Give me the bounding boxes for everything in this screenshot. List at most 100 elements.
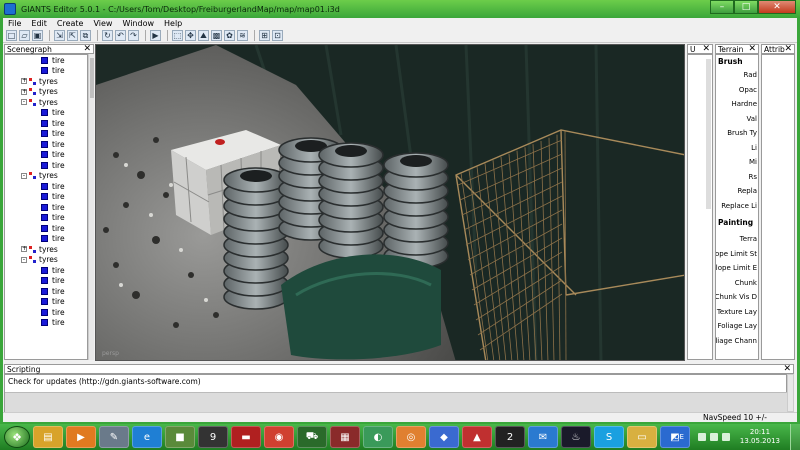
scrollbar-thumb[interactable] <box>90 58 94 98</box>
folder-icon[interactable]: ▭ <box>627 426 657 448</box>
tree-leaf-row[interactable]: tire <box>5 318 87 329</box>
terrain-paint-icon[interactable]: ▩ <box>211 30 222 41</box>
tree-leaf-row[interactable]: tire <box>5 150 87 161</box>
save-icon[interactable]: ▣ <box>32 30 43 41</box>
paint-icon[interactable]: ◆ <box>429 426 459 448</box>
media-player-icon[interactable]: ▶ <box>66 426 96 448</box>
save-as-icon[interactable]: ⧉ <box>80 30 91 41</box>
menu-help[interactable]: Help <box>159 19 187 28</box>
tree-leaf-row[interactable]: tire <box>5 297 87 308</box>
tools-icon[interactable]: ✎ <box>99 426 129 448</box>
title-bar[interactable]: GIANTS Editor 5.0.1 - C:/Users/Tom/Deskt… <box>0 0 800 18</box>
new-icon[interactable]: □ <box>6 30 17 41</box>
chrome-icon[interactable]: ◉ <box>264 426 294 448</box>
tree-leaf-row[interactable]: tire <box>5 139 87 150</box>
farm-game-icon[interactable]: ▦ <box>330 426 360 448</box>
script-scrollbar[interactable] <box>787 374 794 412</box>
close-button[interactable]: ✕ <box>758 0 796 14</box>
tree-expander-icon[interactable]: - <box>21 256 27 263</box>
start-button[interactable]: ❖ <box>4 426 30 448</box>
messenger-icon[interactable]: ✉ <box>528 426 558 448</box>
tree-leaf-row[interactable]: tire <box>5 66 87 77</box>
attributes-panel-close-button[interactable]: ✕ <box>784 44 792 54</box>
select-icon[interactable]: ⬚ <box>172 30 183 41</box>
user-panel-scrollbar[interactable] <box>706 59 711 209</box>
harvester-icon[interactable]: ▲ <box>462 426 492 448</box>
speaker-icon[interactable] <box>721 433 730 441</box>
tree-leaf-row[interactable]: tire <box>5 286 87 297</box>
menu-create[interactable]: Create <box>52 19 89 28</box>
tree-leaf-row[interactable]: tire <box>5 55 87 66</box>
tree-leaf-row[interactable]: tire <box>5 307 87 318</box>
tree-leaf-row[interactable]: tire <box>5 276 87 287</box>
tree-leaf-row[interactable]: tire <box>5 181 87 192</box>
tree-group-row[interactable]: + tyres <box>5 87 87 98</box>
tree-expander-icon[interactable]: - <box>21 172 27 179</box>
open-icon[interactable]: ▱ <box>19 30 30 41</box>
terrain-sculpt-icon[interactable]: ⛰ <box>198 30 209 41</box>
import-icon[interactable]: ⇲ <box>54 30 65 41</box>
audio-icon[interactable]: ◐ <box>363 426 393 448</box>
3d-viewport[interactable]: persp <box>95 44 685 361</box>
terrain-panel-close-button[interactable]: ✕ <box>748 44 756 54</box>
scenegraph-close-button[interactable]: ✕ <box>83 44 91 54</box>
network-icon[interactable] <box>697 433 706 441</box>
redo-icon[interactable]: ↷ <box>128 30 139 41</box>
maximize-button[interactable]: □ <box>734 0 758 14</box>
export-icon[interactable]: ⇱ <box>67 30 78 41</box>
terrain-panel: Terrain ✕ Brush Painting Rad Opac Hardne Va… <box>715 44 759 360</box>
refresh-icon[interactable]: ↻ <box>102 30 113 41</box>
minecraft-icon[interactable]: ■ <box>165 426 195 448</box>
tree-group-row[interactable]: - tyres <box>5 255 87 266</box>
shape-node-icon <box>41 319 48 327</box>
tree-expander-icon[interactable]: + <box>21 246 27 253</box>
tree-group-row[interactable]: + tyres <box>5 76 87 87</box>
scenegraph-tree[interactable]: tire tire + tyres + tyres - tyres tire tire tire ti… <box>4 54 88 360</box>
flag-icon[interactable] <box>709 433 718 441</box>
tractor-icon[interactable]: ⛟ <box>297 426 327 448</box>
menu-file[interactable]: File <box>3 19 26 28</box>
vertex-icon[interactable]: ⊡ <box>272 30 283 41</box>
script-input[interactable] <box>5 392 788 412</box>
user-panel-close-button[interactable]: ✕ <box>702 44 710 54</box>
terrain-smooth-icon[interactable]: ≋ <box>237 30 248 41</box>
tree-leaf-row[interactable]: tire <box>5 118 87 129</box>
tree-expander-icon[interactable]: + <box>21 78 27 85</box>
steam-icon[interactable]: ♨ <box>561 426 591 448</box>
tree-group-row[interactable]: - tyres <box>5 171 87 182</box>
game-99-icon[interactable]: 9 <box>198 426 228 448</box>
tree-group-row[interactable]: - tyres <box>5 97 87 108</box>
tree-leaf-row[interactable]: tire <box>5 265 87 276</box>
tree-expander-icon[interactable]: - <box>21 99 27 106</box>
tree-leaf-row[interactable]: tire <box>5 223 87 234</box>
move-icon[interactable]: ✥ <box>185 30 196 41</box>
undo-icon[interactable]: ↶ <box>115 30 126 41</box>
menu-view[interactable]: View <box>88 19 117 28</box>
show-desktop-button[interactable] <box>790 424 800 450</box>
tree-leaf-row[interactable]: tire <box>5 160 87 171</box>
menu-window[interactable]: Window <box>117 19 159 28</box>
foliage-paint-icon[interactable]: ✿ <box>224 30 235 41</box>
language-indicator[interactable]: DE <box>674 433 684 441</box>
menu-edit[interactable]: Edit <box>26 19 52 28</box>
tree-group-row[interactable]: + tyres <box>5 244 87 255</box>
tree-leaf-row[interactable]: tire <box>5 108 87 119</box>
blender-icon[interactable]: ◎ <box>396 426 426 448</box>
play-icon[interactable]: ▶ <box>150 30 161 41</box>
farming-simulator-icon[interactable]: ▬ <box>231 426 261 448</box>
tree-leaf-row[interactable]: tire <box>5 129 87 140</box>
scripting-close-button[interactable]: ✕ <box>783 364 791 374</box>
scenegraph-scrollbar[interactable] <box>88 54 94 360</box>
internet-explorer-icon[interactable]: e <box>132 426 162 448</box>
tree-leaf-row[interactable]: tire <box>5 202 87 213</box>
explorer-icon[interactable]: ▤ <box>33 426 63 448</box>
tree-leaf-row[interactable]: tire <box>5 192 87 203</box>
tree-leaf-row[interactable]: tire <box>5 234 87 245</box>
snap-icon[interactable]: ⊞ <box>259 30 270 41</box>
minimize-button[interactable]: – <box>710 0 734 14</box>
clock[interactable]: 20:11 13.05.2013 <box>740 428 780 446</box>
skype-icon[interactable]: S <box>594 426 624 448</box>
app-2-icon[interactable]: 2 <box>495 426 525 448</box>
tree-expander-icon[interactable]: + <box>21 88 27 95</box>
tree-leaf-row[interactable]: tire <box>5 213 87 224</box>
